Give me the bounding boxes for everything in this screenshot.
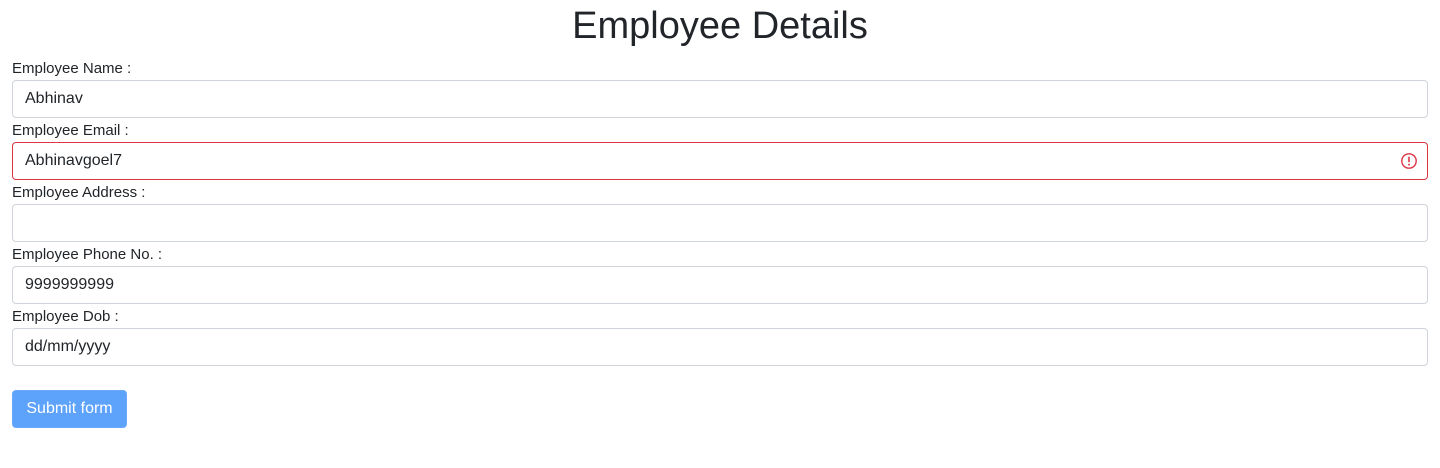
name-label: Employee Name : [12,60,132,77]
email-input-wrap [12,142,1428,180]
employee-details-page: Employee Details Employee Name : Employe… [0,0,1440,468]
employee-form: Employee Name : Employee Email : Employe… [12,59,1428,369]
address-label: Employee Address : [12,184,146,201]
phone-input-wrap [12,266,1428,304]
name-field-group: Employee Name : [12,59,1428,121]
email-label: Employee Email : [12,122,129,139]
email-input[interactable] [12,142,1428,180]
phone-label: Employee Phone No. : [12,246,163,263]
dob-field-group: Employee Dob : [12,307,1428,369]
dob-input[interactable] [12,328,1428,366]
email-field-group: Employee Email : [12,121,1428,183]
dob-label: Employee Dob : [12,308,119,325]
name-input[interactable] [12,80,1428,118]
phone-field-group: Employee Phone No. : [12,245,1428,307]
name-input-wrap [12,80,1428,118]
phone-input[interactable] [12,266,1428,304]
exclamation-circle-icon [1401,153,1417,169]
address-input-wrap [12,204,1428,242]
page-title: Employee Details [572,5,868,47]
submit-form-button[interactable]: Submit form [12,390,127,428]
address-input[interactable] [12,204,1428,242]
address-field-group: Employee Address : [12,183,1428,245]
dob-input-wrap [12,328,1428,366]
